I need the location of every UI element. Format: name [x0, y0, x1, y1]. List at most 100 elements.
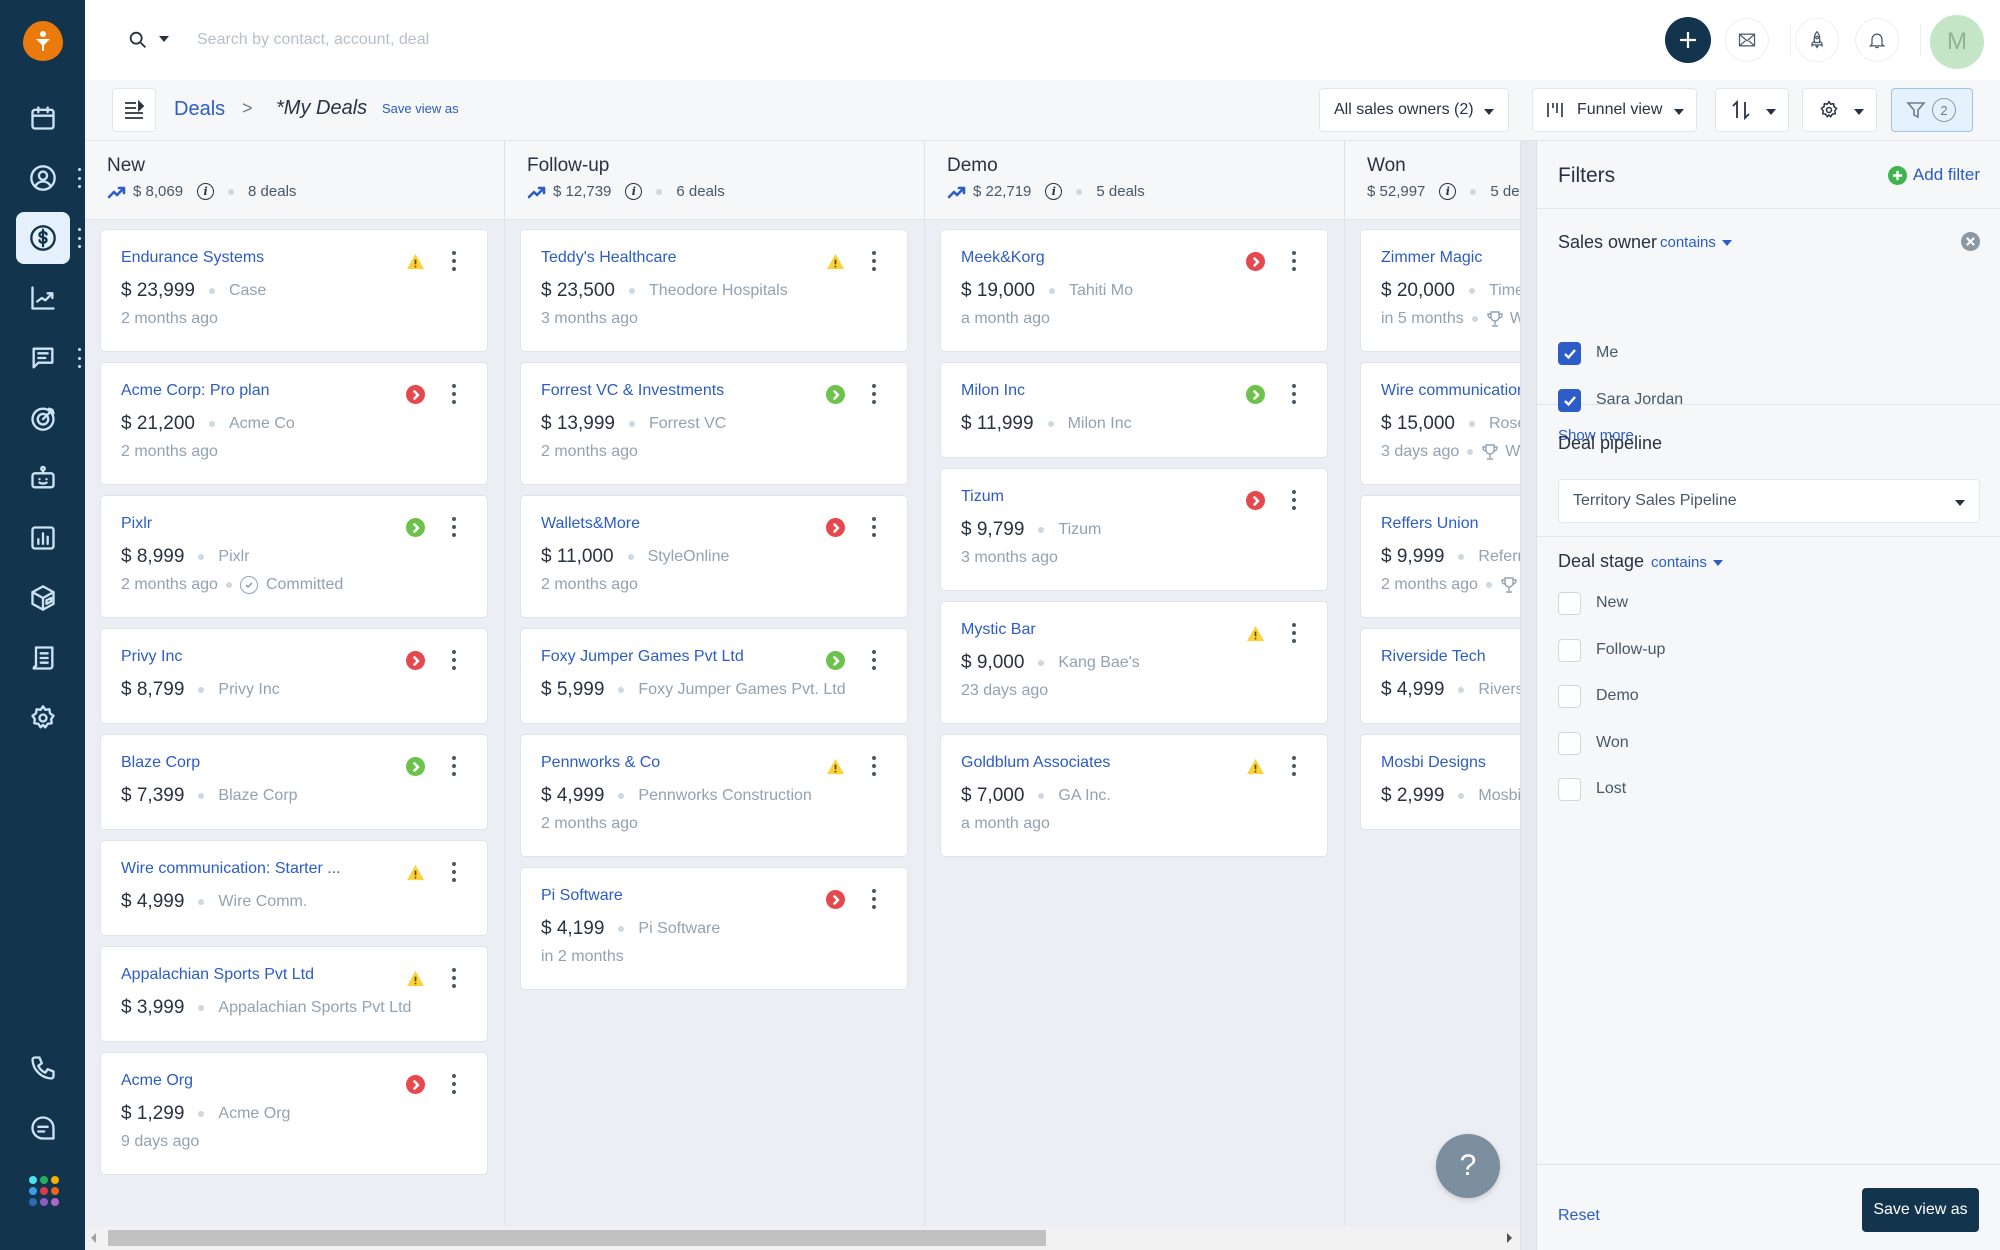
overdue-activity-icon[interactable] — [826, 890, 845, 909]
sidebar-item-products[interactable] — [16, 572, 70, 624]
card-more-menu-icon[interactable] — [1291, 623, 1297, 643]
card-more-menu-icon[interactable] — [451, 650, 457, 670]
deal-name-link[interactable]: Endurance Systems — [121, 249, 487, 271]
save-view-button[interactable]: Save view as — [1862, 1188, 1979, 1232]
deal-card[interactable]: Reffers Union $ 9,999 Referra 2 months a… — [1360, 495, 1520, 618]
deal-card[interactable]: Goldblum Associates $ 7,000 GA Inc. a mo… — [940, 734, 1328, 857]
sort-button[interactable] — [1715, 88, 1789, 132]
checkbox-stage-won[interactable] — [1558, 731, 1581, 755]
sidebar-item-goals[interactable] — [16, 392, 70, 444]
deal-card[interactable]: Appalachian Sports Pvt Ltd $ 3,999 Appal… — [100, 946, 488, 1042]
sidebar-item-documents[interactable] — [16, 632, 70, 684]
checkbox-stage-new[interactable] — [1558, 592, 1581, 615]
deal-card[interactable]: Blaze Corp $ 7,399 Blaze Corp — [100, 734, 488, 830]
deal-card[interactable]: Mosbi Designs $ 2,999 Mosbi — [1360, 734, 1520, 830]
overdue-activity-icon[interactable] — [406, 1075, 425, 1094]
scroll-left-icon[interactable] — [91, 1233, 96, 1243]
deal-name-link[interactable]: Privy Inc — [121, 648, 487, 670]
sales-owners-dropdown[interactable]: All sales owners (2) — [1319, 88, 1509, 132]
email-button[interactable] — [1725, 18, 1769, 62]
deal-card[interactable]: Mystic Bar $ 9,000 Kang Bae's 23 days ag… — [940, 601, 1328, 724]
deal-name-link[interactable]: Pi Software — [541, 887, 907, 909]
deal-name-link[interactable]: Appalachian Sports Pvt Ltd — [121, 966, 487, 988]
card-more-menu-icon[interactable] — [871, 650, 877, 670]
sidebar-item-settings[interactable] — [16, 692, 70, 744]
scroll-right-icon[interactable] — [1507, 1233, 1512, 1243]
deal-card[interactable]: Endurance Systems $ 23,999 Case 2 months… — [100, 229, 488, 352]
remove-filter-icon[interactable] — [1961, 232, 1980, 251]
deal-name-link[interactable]: Wire communication — [1381, 382, 1520, 404]
overdue-activity-icon[interactable] — [826, 518, 845, 537]
sidebar-item-calendar[interactable] — [16, 92, 70, 144]
warning-icon[interactable] — [826, 757, 845, 776]
deal-name-link[interactable]: Mosbi Designs — [1381, 754, 1520, 776]
horizontal-scrollbar[interactable] — [85, 1226, 1520, 1250]
deal-card[interactable]: Teddy's Healthcare $ 23,500 Theodore Hos… — [520, 229, 908, 352]
deal-card[interactable]: Wire communication $ 15,000 Rose 3 days … — [1360, 362, 1520, 485]
warning-icon[interactable] — [1246, 757, 1265, 776]
deal-name-link[interactable]: Blaze Corp — [121, 754, 487, 776]
sidebar-item-bots[interactable] — [16, 452, 70, 504]
settings-dropdown[interactable] — [1802, 88, 1877, 132]
card-more-menu-icon[interactable] — [871, 889, 877, 909]
deal-card[interactable]: Forrest VC & Investments $ 13,999 Forres… — [520, 362, 908, 485]
info-icon[interactable]: i — [625, 183, 643, 200]
deal-name-link[interactable]: Wire communication: Starter ... — [121, 860, 487, 882]
deal-name-link[interactable]: Acme Corp: Pro plan — [121, 382, 487, 404]
sidebar-item-deals[interactable] — [16, 212, 70, 264]
deal-name-link[interactable]: Teddy's Healthcare — [541, 249, 907, 271]
deal-name-link[interactable]: Forrest VC & Investments — [541, 382, 907, 404]
toggle-views-button[interactable] — [112, 88, 156, 132]
sidebar-item-reports[interactable] — [16, 512, 70, 564]
checkbox-stage-demo[interactable] — [1558, 685, 1581, 708]
card-more-menu-icon[interactable] — [871, 756, 877, 776]
overdue-activity-icon[interactable] — [406, 385, 425, 404]
view-type-dropdown[interactable]: Funnel view — [1532, 88, 1697, 132]
deal-name-link[interactable]: Pennworks & Co — [541, 754, 907, 776]
card-more-menu-icon[interactable] — [451, 862, 457, 882]
warning-icon[interactable] — [406, 969, 425, 988]
card-more-menu-icon[interactable] — [451, 1074, 457, 1094]
search-scope-caret-icon[interactable] — [159, 36, 169, 42]
deal-card[interactable]: Zimmer Magic $ 20,000 Time in 5 months W — [1360, 229, 1520, 352]
card-more-menu-icon[interactable] — [451, 968, 457, 988]
apps-launcher[interactable] — [29, 1176, 59, 1206]
reset-button[interactable]: Reset — [1558, 1207, 1600, 1225]
deal-name-link[interactable]: Goldblum Associates — [961, 754, 1327, 776]
sidebar-item-phone[interactable] — [16, 1042, 70, 1094]
deal-pipeline-select[interactable]: Territory Sales Pipeline — [1558, 479, 1980, 523]
warning-icon[interactable] — [1246, 624, 1265, 643]
add-filter-button[interactable]: Add filter — [1887, 165, 1980, 185]
sidebar-item-conversations[interactable] — [16, 332, 70, 384]
upcoming-activity-icon[interactable] — [406, 518, 425, 537]
deal-card[interactable]: Wallets&More $ 11,000 StyleOnline 2 mont… — [520, 495, 908, 618]
deal-card[interactable]: Foxy Jumper Games Pvt Ltd $ 5,999 Foxy J… — [520, 628, 908, 724]
checkbox-stage-follow-up[interactable] — [1558, 638, 1581, 662]
overdue-activity-icon[interactable] — [1246, 491, 1265, 510]
sidebar-item-chat[interactable] — [16, 1102, 70, 1154]
card-more-menu-icon[interactable] — [451, 251, 457, 271]
conversations-more-dots[interactable] — [76, 348, 82, 368]
deal-card[interactable]: Meek&Korg $ 19,000 Tahiti Mo a month ago — [940, 229, 1328, 352]
notifications-button[interactable] — [1855, 18, 1899, 62]
deal-card[interactable]: Acme Org $ 1,299 Acme Org 9 days ago — [100, 1052, 488, 1175]
deal-name-link[interactable]: Wallets&More — [541, 515, 907, 537]
deal-stage-operator-dropdown[interactable]: contains — [1651, 554, 1723, 571]
card-more-menu-icon[interactable] — [1291, 251, 1297, 271]
upcoming-activity-icon[interactable] — [406, 757, 425, 776]
overdue-activity-icon[interactable] — [406, 651, 425, 670]
card-more-menu-icon[interactable] — [451, 517, 457, 537]
warning-icon[interactable] — [826, 252, 845, 271]
breadcrumb-deals[interactable]: Deals — [174, 98, 225, 121]
deal-card[interactable]: Riverside Tech $ 4,999 Riversi — [1360, 628, 1520, 724]
deal-name-link[interactable]: Acme Org — [121, 1072, 487, 1094]
deal-name-link[interactable]: Tizum — [961, 488, 1327, 510]
deal-name-link[interactable]: Pixlr — [121, 515, 487, 537]
card-more-menu-icon[interactable] — [871, 517, 877, 537]
checkbox-me[interactable] — [1558, 342, 1581, 365]
card-more-menu-icon[interactable] — [451, 384, 457, 404]
save-view-link[interactable]: Save view as — [382, 101, 459, 116]
contacts-more-dots[interactable] — [76, 168, 82, 188]
deal-name-link[interactable]: Riverside Tech — [1381, 648, 1520, 670]
help-button[interactable]: ? — [1436, 1134, 1500, 1198]
